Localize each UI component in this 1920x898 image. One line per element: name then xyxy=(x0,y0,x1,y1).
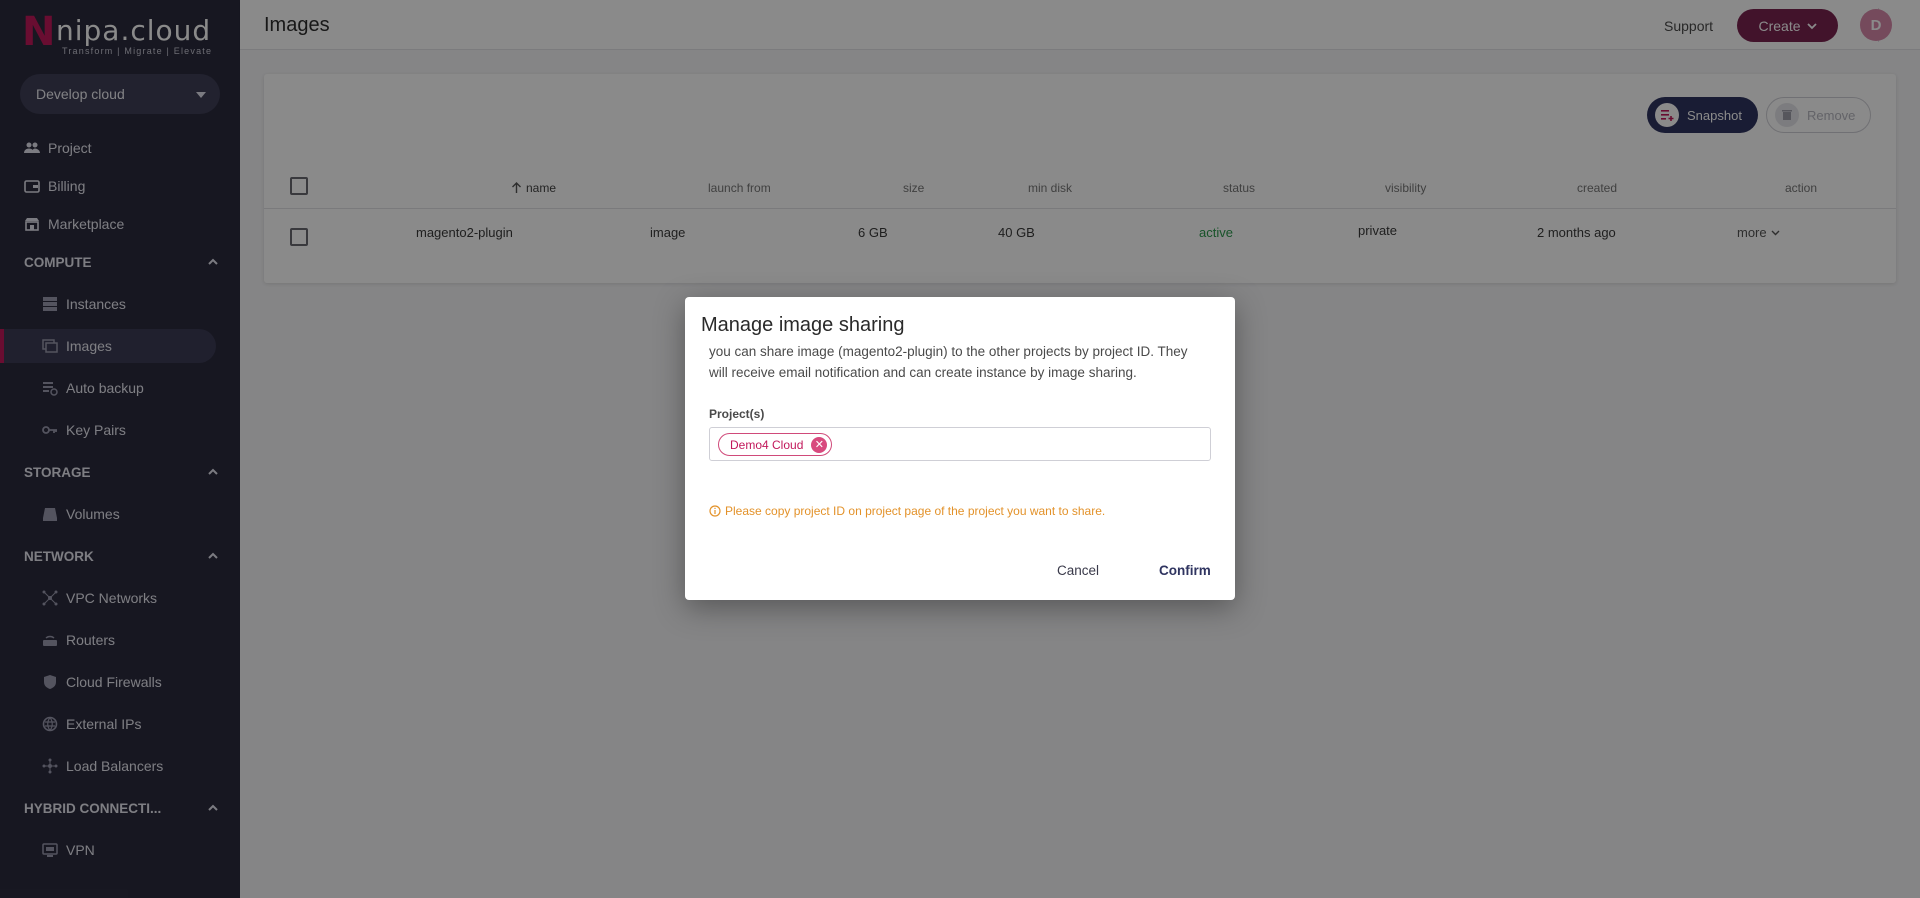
projects-tag-input[interactable]: Demo4 Cloud ✕ xyxy=(709,427,1211,461)
project-chip: Demo4 Cloud ✕ xyxy=(718,433,833,456)
cancel-button[interactable]: Cancel xyxy=(1057,563,1099,578)
manage-image-sharing-dialog: Manage image sharing you can share image… xyxy=(685,297,1235,600)
dialog-description: you can share image (magento2-plugin) to… xyxy=(709,344,1188,380)
hint-text: Please copy project ID on project page o… xyxy=(725,504,1106,518)
chip-label: Demo4 Cloud xyxy=(730,437,804,452)
projects-field-label: Project(s) xyxy=(709,407,765,421)
chip-remove-icon[interactable]: ✕ xyxy=(811,436,828,453)
copy-project-id-hint: Please copy project ID on project page o… xyxy=(709,504,1105,518)
confirm-button[interactable]: Confirm xyxy=(1159,563,1211,578)
dialog-title: Manage image sharing xyxy=(701,314,905,336)
info-icon xyxy=(709,505,721,517)
